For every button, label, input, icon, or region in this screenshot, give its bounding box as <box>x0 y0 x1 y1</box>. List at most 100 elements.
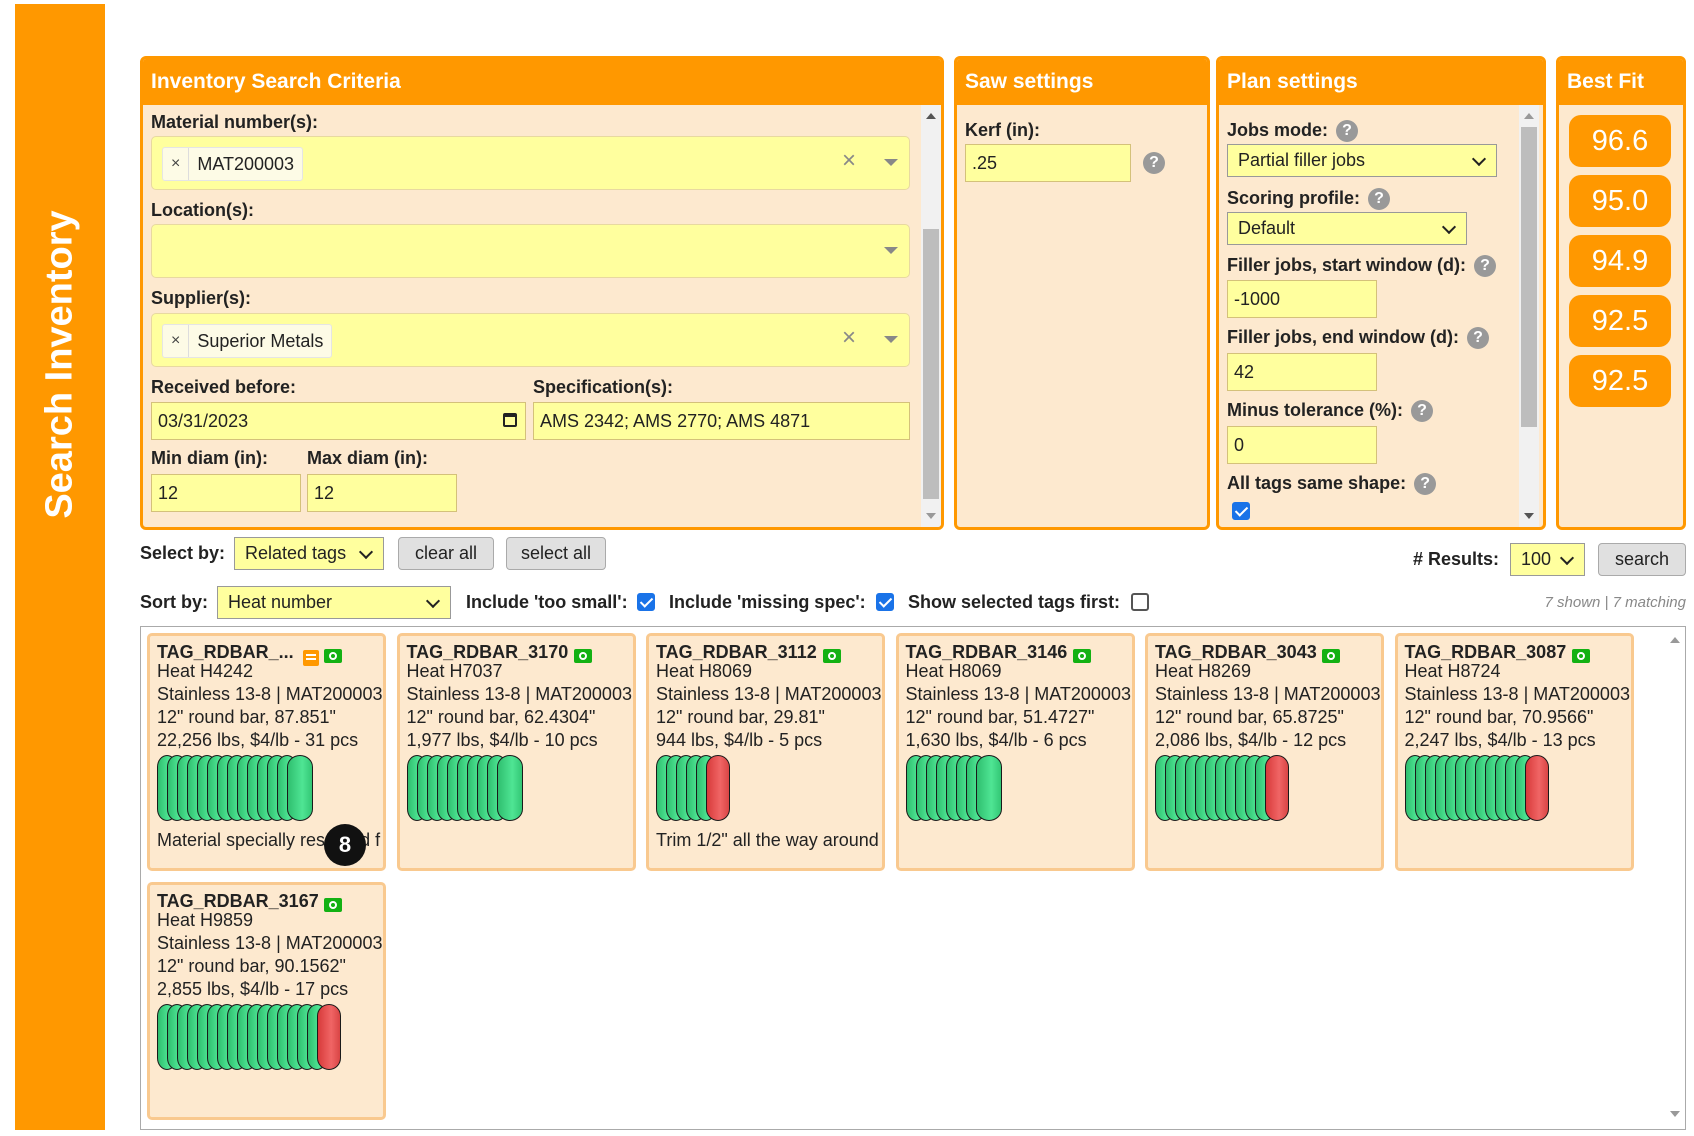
scroll-thumb[interactable] <box>1521 127 1537 427</box>
tag-card[interactable]: TAG_RDBAR_... Heat H4242 Stainless 13-8 | … <box>147 633 386 871</box>
scoring-profile-select[interactable]: Default <box>1227 212 1467 245</box>
tag-material: Stainless 13-8 | MAT200003 <box>1404 684 1630 704</box>
minus-tolerance-label: Minus tolerance (%):? <box>1227 400 1434 423</box>
results-count-select[interactable]: 100 <box>1510 543 1585 576</box>
best-fit-panel: Best Fit 96.6 95.0 94.9 92.5 92.5 <box>1556 56 1686 530</box>
tag-stock: 2,855 lbs, $4/lb - 17 pcs <box>157 979 349 999</box>
missing-spec-checkbox[interactable] <box>876 593 894 611</box>
search-criteria-scrollbar[interactable] <box>921 105 941 527</box>
received-date-input[interactable]: 03/31/2023 <box>151 402 526 440</box>
chevron-down-icon[interactable] <box>884 159 898 166</box>
bar-remnant <box>706 755 730 821</box>
minus-tolerance-label-text: Minus tolerance (%): <box>1227 400 1404 420</box>
help-icon[interactable]: ? <box>1368 188 1391 211</box>
search-criteria-title: Inventory Search Criteria <box>143 59 941 105</box>
help-icon[interactable]: ? <box>1474 255 1497 278</box>
start-window-input[interactable]: -1000 <box>1227 280 1377 318</box>
best-fit-score[interactable]: 96.6 <box>1569 115 1671 167</box>
bar-piece <box>975 755 1002 821</box>
tag-card[interactable]: TAG_RDBAR_3170 Heat H7037 Stainless 13-8 |… <box>396 633 636 871</box>
tag-card[interactable]: TAG_RDBAR_3146 Heat H8069 Stainless 13-8 |… <box>895 633 1135 871</box>
note-icon[interactable] <box>303 650 319 666</box>
camera-icon[interactable] <box>324 898 342 912</box>
scroll-down-icon[interactable] <box>926 513 936 519</box>
search-button[interactable]: search <box>1598 543 1686 576</box>
tag-card[interactable]: TAG_RDBAR_3087 Heat H8724 Stainless 13-8 |… <box>1394 633 1634 871</box>
clear-all-button[interactable]: clear all <box>398 537 494 570</box>
results-count-value: 100 <box>1521 549 1552 569</box>
scroll-thumb[interactable] <box>923 229 939 499</box>
too-small-checkbox[interactable] <box>637 593 655 611</box>
tag-material: Stainless 13-8 | MAT200003 <box>157 933 383 953</box>
sort-by-select[interactable]: Heat number <box>217 586 451 619</box>
jobs-mode-select[interactable]: Partial filler jobs <box>1227 144 1497 177</box>
select-by-select[interactable]: Related tags <box>234 537 384 570</box>
scoring-profile-value: Default <box>1238 218 1296 238</box>
select-all-button[interactable]: select all <box>506 537 606 570</box>
camera-icon[interactable] <box>823 649 841 663</box>
material-clear-icon[interactable]: × <box>842 147 856 175</box>
help-icon[interactable]: ? <box>1143 152 1165 174</box>
jobs-mode-label: Jobs mode:? <box>1227 120 1359 143</box>
material-chip: × MAT200003 <box>162 147 304 181</box>
camera-icon[interactable] <box>573 649 592 663</box>
bar-pieces-graphic <box>905 755 1002 823</box>
saw-settings-panel: Saw settings Kerf (in): .25 ? <box>954 56 1210 530</box>
spec-input[interactable]: AMS 2342; AMS 2770; AMS 4871 <box>533 402 910 440</box>
camera-icon[interactable] <box>1072 649 1091 663</box>
results-scrollbar[interactable] <box>1665 627 1685 1129</box>
camera-icon[interactable] <box>1571 649 1590 663</box>
camera-icon[interactable] <box>1322 649 1340 663</box>
material-chip-label: MAT200003 <box>197 153 295 174</box>
supplier-select[interactable]: × Superior Metals × <box>151 313 910 367</box>
tag-card[interactable]: TAG_RDBAR_3112 Heat H8069 Stainless 13-8 |… <box>646 633 885 871</box>
scoring-label-text: Scoring profile: <box>1227 188 1361 208</box>
help-icon[interactable]: ? <box>1467 327 1489 350</box>
tag-stock: 22,256 lbs, $4/lb - 31 pcs <box>157 730 359 750</box>
chevron-down-icon[interactable] <box>884 247 898 254</box>
saw-settings-title: Saw settings <box>957 59 1207 105</box>
calendar-icon[interactable] <box>503 413 517 427</box>
same-shape-label-text: All tags same shape: <box>1227 473 1407 493</box>
tag-stock: 1,977 lbs, $4/lb - 10 pcs <box>406 730 598 750</box>
material-select[interactable]: × MAT200003 × <box>151 136 910 190</box>
help-icon[interactable]: ? <box>1336 120 1359 143</box>
best-fit-score[interactable]: 94.9 <box>1569 235 1671 287</box>
received-label: Received before: <box>151 377 297 397</box>
minus-tolerance-input[interactable]: 0 <box>1227 426 1377 464</box>
scroll-down-icon[interactable] <box>1524 513 1534 519</box>
help-icon[interactable]: ? <box>1414 473 1437 496</box>
kerf-input[interactable]: .25 <box>965 144 1131 182</box>
chip-remove-icon[interactable]: × <box>163 148 190 180</box>
max-diam-input[interactable]: 12 <box>307 474 457 512</box>
chevron-down-icon[interactable] <box>884 336 898 343</box>
camera-icon[interactable] <box>324 649 342 663</box>
bar-pieces-graphic <box>157 755 313 823</box>
min-diam-input[interactable]: 12 <box>151 474 301 512</box>
location-select[interactable] <box>151 224 910 278</box>
scroll-down-icon[interactable] <box>1670 1111 1680 1117</box>
tag-results-list: TAG_RDBAR_... Heat H4242 Stainless 13-8 | … <box>140 626 1686 1130</box>
best-fit-score[interactable]: 92.5 <box>1569 355 1671 407</box>
chip-remove-icon[interactable]: × <box>163 325 190 357</box>
best-fit-score[interactable]: 92.5 <box>1569 295 1671 347</box>
plan-settings-scrollbar[interactable] <box>1519 105 1539 527</box>
start-window-label: Filler jobs, start window (d):? <box>1227 255 1497 278</box>
best-fit-score[interactable]: 95.0 <box>1569 175 1671 227</box>
scroll-up-icon[interactable] <box>1524 113 1534 119</box>
scroll-up-icon[interactable] <box>926 113 936 119</box>
tag-material: Stainless 13-8 | MAT200003 <box>1155 684 1381 704</box>
tag-material: Stainless 13-8 | MAT200003 <box>406 684 632 704</box>
best-fit-title: Best Fit <box>1559 59 1683 105</box>
tag-card[interactable]: TAG_RDBAR_3167 Heat H9859 Stainless 13-8 |… <box>147 882 386 1120</box>
tag-note: Trim 1/2" all the way around <box>656 830 879 850</box>
show-selected-checkbox[interactable] <box>1131 593 1149 611</box>
supplier-clear-icon[interactable]: × <box>842 324 856 352</box>
same-shape-checkbox[interactable] <box>1232 502 1250 520</box>
tag-material: Stainless 13-8 | MAT200003 <box>905 684 1131 704</box>
tag-card[interactable]: TAG_RDBAR_3043 Heat H8269 Stainless 13-8 |… <box>1145 633 1384 871</box>
select-by-value: Related tags <box>245 543 347 563</box>
help-icon[interactable]: ? <box>1411 400 1434 423</box>
scroll-up-icon[interactable] <box>1670 637 1680 643</box>
end-window-input[interactable]: 42 <box>1227 353 1377 391</box>
